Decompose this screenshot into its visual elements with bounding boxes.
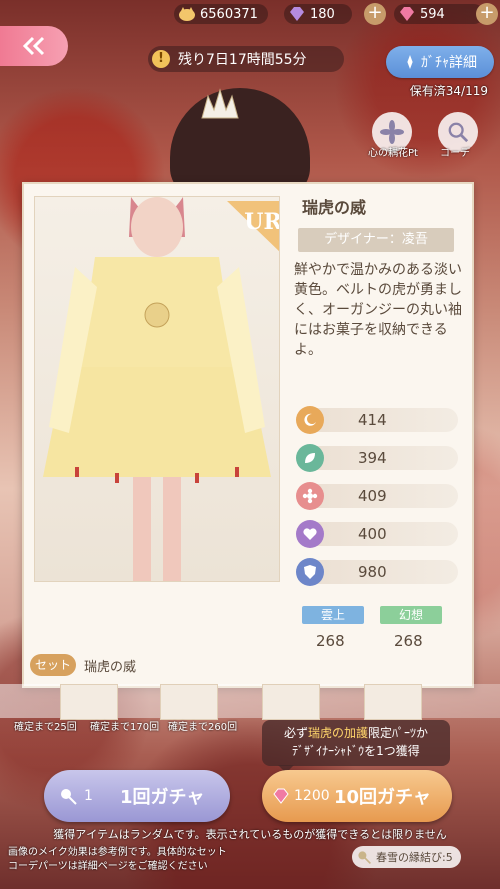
fate-ticket-counter[interactable]: 春雪の縁結び:5 xyxy=(352,846,461,868)
single-gacha-cost: 1 xyxy=(58,786,120,806)
event-timer: ! 残り7日17時間55分 xyxy=(148,46,344,72)
stat-row-sweet: 409 xyxy=(296,482,458,510)
gacha-detail-label: ｶﾞﾁｬ詳細 xyxy=(421,55,477,71)
makeup-note: 画像のメイク効果は参考例です。具体的なセット コーデパーツは詳細ページをご確認く… xyxy=(8,846,227,874)
fate-ticket-text: 春雪の縁結び:5 xyxy=(376,851,453,864)
double-chevron-left-icon xyxy=(22,36,45,56)
stat-value: 394 xyxy=(358,449,387,467)
bonus-suffix: 限定ﾊﾟｰﾂか xyxy=(368,726,429,740)
timer-text: 残り7日17時間55分 xyxy=(178,52,307,68)
add-pink-gem-button[interactable]: + xyxy=(476,3,498,25)
random-notice: 獲得アイテムはランダムです。表示されているものが獲得できるとは限りません xyxy=(53,828,447,841)
owned-count: 保有済34/119 xyxy=(409,84,488,98)
tag-badge: 幻想 xyxy=(380,606,442,624)
tag-value: 268 xyxy=(394,632,423,650)
stat-value: 409 xyxy=(358,487,387,505)
makeup-note-line: 画像のメイク効果は参考例です。具体的なセット xyxy=(8,847,227,858)
diamond-sparkle-icon xyxy=(407,55,413,69)
purple-gem-counter: 180 xyxy=(284,4,352,24)
designer-label: デザイナー：凌吾 xyxy=(298,228,454,252)
ten-gacha-cost-value: 1200 xyxy=(294,788,330,804)
add-purple-gem-button[interactable]: + xyxy=(364,3,386,25)
pink-gem-value: 594 xyxy=(420,6,445,22)
reward-thumbnail[interactable] xyxy=(60,684,118,720)
set-row: セット 瑞虎の威 xyxy=(30,654,136,676)
blossom-stat-icon xyxy=(296,482,324,510)
item-name: 瑞虎の威 xyxy=(302,198,367,217)
pink-gem-counter: 594 xyxy=(394,4,484,24)
makeup-note-line: コーデパーツは詳細ページをご確認ください xyxy=(8,861,208,872)
guarantee-counter: 確定まで25回 xyxy=(14,722,77,733)
bonus-banner: 必ず瑞虎の加護限定ﾊﾟｰﾂか ﾃﾞｻﾞｲﾅｰｼｬﾄﾞｳを1つ獲得 xyxy=(262,720,450,766)
stat-row-cool: 980 xyxy=(296,558,458,586)
exclamation-icon: ! xyxy=(152,50,170,68)
single-gacha-button[interactable]: 1 1回ガチャ xyxy=(44,770,230,822)
outfit-portrait: UR xyxy=(34,196,280,582)
single-gacha-label: 1回ガチャ xyxy=(120,787,205,808)
hairpin-ticket-icon xyxy=(358,851,371,864)
coordinate-label: コーデ xyxy=(440,148,470,159)
ten-gacha-cost: 1200 xyxy=(272,788,334,804)
character-crown xyxy=(201,88,239,119)
heart-stat-icon xyxy=(296,520,324,548)
tag-value: 268 xyxy=(316,632,345,650)
pink-diamond-icon xyxy=(400,7,414,21)
ur-rarity-badge: UR xyxy=(227,201,280,252)
reward-thumbnail[interactable] xyxy=(262,684,320,720)
leaf-stat-icon xyxy=(296,444,324,472)
flower-icon xyxy=(380,120,404,144)
set-name: 瑞虎の威 xyxy=(84,659,137,675)
purple-diamond-icon xyxy=(290,7,304,21)
pink-diamond-icon xyxy=(273,788,289,804)
magnifier-icon xyxy=(448,122,469,143)
stat-value: 980 xyxy=(358,563,387,581)
reward-thumbnail-strip xyxy=(0,684,500,720)
coin-counter: 6560371 xyxy=(174,4,268,24)
gacha-detail-button[interactable]: ｶﾞﾁｬ詳細 xyxy=(386,46,494,78)
item-detail-card: UR 瑞虎の威 デザイナー：凌吾 鮮やかで温かみのある淡い黄色。ベルトの虎が勇ま… xyxy=(22,182,474,688)
bonus-highlight: 瑞虎の加護 xyxy=(307,726,368,740)
moon-stat-icon xyxy=(296,406,324,434)
item-description: 鮮やかで温かみのある淡い黄色。ベルトの虎が勇ましく、オーガンジーの丸い袖にはお菓… xyxy=(294,262,462,358)
stat-row-elegant: 414 xyxy=(296,406,458,434)
bonus-line2: ﾃﾞｻﾞｲﾅｰｼｬﾄﾞｳを1つ獲得 xyxy=(292,744,420,758)
shield-stat-icon xyxy=(296,558,324,586)
flower-points-label: 心の耦花Pt xyxy=(368,148,418,159)
reward-thumbnail[interactable] xyxy=(364,684,422,720)
single-gacha-cost-value: 1 xyxy=(84,788,93,804)
stat-row-fresh: 394 xyxy=(296,444,458,472)
set-badge: セット xyxy=(30,654,76,676)
tag-badge: 雲上 xyxy=(302,606,364,624)
ten-gacha-label: 10回ガチャ xyxy=(334,787,431,808)
bonus-prefix: 必ず xyxy=(283,726,308,740)
ten-gacha-button[interactable]: 1200 10回ガチャ xyxy=(262,770,452,822)
stat-value: 400 xyxy=(358,525,387,543)
purple-gem-value: 180 xyxy=(310,6,335,22)
coin-value: 6560371 xyxy=(200,6,258,22)
stat-row-sexy: 400 xyxy=(296,520,458,548)
hairpin-ticket-icon xyxy=(61,789,77,805)
cat-coin-icon xyxy=(179,7,195,21)
guarantee-counter: 確定まで170回 xyxy=(90,722,160,733)
guarantee-counter: 確定まで260回 xyxy=(168,722,238,733)
reward-thumbnail[interactable] xyxy=(160,684,218,720)
stat-value: 414 xyxy=(358,411,387,429)
svg-text:UR: UR xyxy=(244,209,280,235)
back-button[interactable] xyxy=(0,26,68,66)
